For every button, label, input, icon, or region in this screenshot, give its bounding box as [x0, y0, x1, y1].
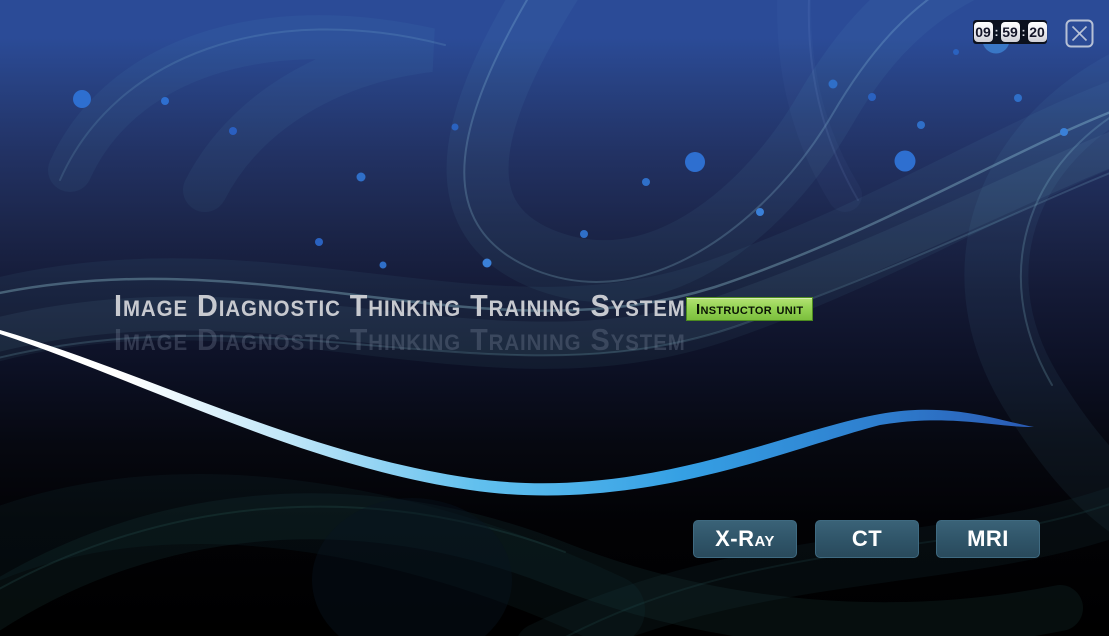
clock-minutes: 59 [1001, 22, 1020, 42]
xray-button[interactable]: X-Ray [693, 520, 797, 558]
close-button[interactable] [1065, 19, 1094, 48]
page-title: Image Diagnostic Thinking Training Syste… [114, 288, 686, 324]
modality-button-row: X-Ray CT MRI [0, 520, 1109, 558]
teal-wave-ribbons [0, 0, 1109, 520]
instructor-unit-badge: Instructor unit [686, 297, 813, 321]
clock-seconds: 20 [1028, 22, 1047, 42]
close-icon [1065, 19, 1094, 48]
clock-hours: 09 [974, 22, 993, 42]
clock-colon: : [994, 26, 1000, 38]
clock: 09 : 59 : 20 [973, 20, 1047, 44]
page-title-reflection: Image Diagnostic Thinking Training Syste… [114, 322, 686, 358]
bottom-dark-swirls [0, 488, 1109, 636]
ct-button[interactable]: CT [815, 520, 919, 558]
clock-colon: : [1021, 26, 1027, 38]
mri-button[interactable]: MRI [936, 520, 1040, 558]
splash-screen: 09 : 59 : 20 Image Diagnostic Thinking T… [0, 0, 1109, 636]
